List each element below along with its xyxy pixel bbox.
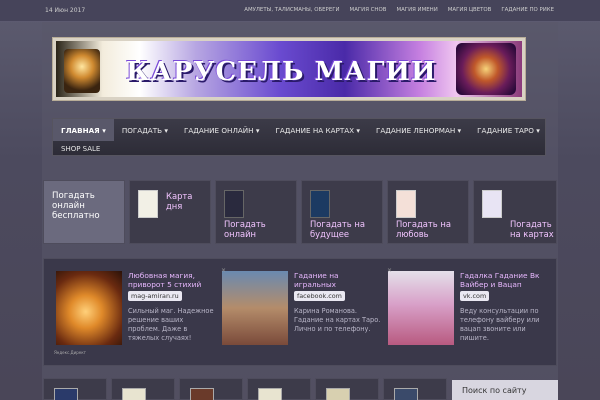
ad-block: Любовная магия, приворот 5 стихий mag-am…: [43, 258, 557, 366]
ad-desc: Веду консультации по телефону вайберу ил…: [460, 307, 540, 342]
tile-label: Погадать на картах: [510, 219, 554, 239]
card-thumb-icon: [138, 190, 158, 218]
ad-credit[interactable]: Яндекс.Директ: [54, 350, 86, 355]
ad-source[interactable]: mag-amiran.ru: [128, 291, 182, 301]
tile-label: Погадать на любовь: [396, 219, 451, 239]
tile-thumb-icon: [482, 190, 502, 218]
nav-item-home[interactable]: ГЛАВНАЯ ▾: [53, 119, 114, 141]
bottom-tile[interactable]: [247, 378, 311, 400]
bottom-tile[interactable]: [111, 378, 175, 400]
tile-label: Погадать онлайн: [224, 219, 266, 239]
candle-icon: [64, 49, 100, 93]
main-nav: ГЛАВНАЯ ▾ ПОГАДАТЬ ▾ ГАДАНИЕ ОНЛАЙН ▾ ГА…: [52, 118, 546, 156]
bottom-tile[interactable]: [383, 378, 447, 400]
banner-title: КАРУСЕЛЬ МАГИИ: [126, 57, 437, 87]
bottom-thumb-icon: [54, 388, 78, 400]
ad-image: [56, 271, 122, 345]
top-link-rike[interactable]: ГАДАНИЕ ПО РИКЕ: [501, 7, 554, 13]
tile-future[interactable]: Погадать на будущее: [301, 180, 383, 244]
search-widget[interactable]: Поиск по сайту: [452, 380, 558, 400]
bottom-thumb-icon: [394, 388, 418, 400]
date-label: 14 Июн 2017: [45, 7, 86, 14]
nav-item-cards[interactable]: ГАДАНИЕ НА КАРТАХ ▾: [267, 119, 368, 141]
tile-label: Погадать на будущее: [310, 219, 365, 239]
bottom-tile[interactable]: [315, 378, 379, 400]
ad-desc: Сильный маг. Надежное решение ваших проб…: [128, 307, 214, 342]
top-link-name[interactable]: МАГИЯ ИМЕНИ: [396, 7, 437, 13]
tile-thumb-icon: [310, 190, 330, 218]
nav-item-shop[interactable]: SHOP SALE: [61, 145, 100, 153]
close-icon[interactable]: ×: [221, 267, 226, 274]
banner-image: КАРУСЕЛЬ МАГИИ: [56, 41, 522, 97]
top-links: АМУЛЕТЫ, ТАЛИСМАНЫ, ОБЕРЕГИ МАГИЯ СНОВ М…: [244, 7, 554, 13]
top-link-dreams[interactable]: МАГИЯ СНОВ: [350, 7, 387, 13]
ad-image: [388, 271, 454, 345]
tile-label: Погадать онлайн бесплатно: [52, 191, 100, 221]
tile-love[interactable]: Погадать на любовь: [387, 180, 469, 244]
tile-label: Карта дня: [166, 191, 193, 211]
nav-item-lenormand[interactable]: ГАДАНИЕ ЛЕНОРМАН ▾: [368, 119, 469, 141]
ad-source[interactable]: facebook.com: [294, 291, 345, 301]
banner[interactable]: КАРУСЕЛЬ МАГИИ: [52, 37, 526, 101]
ad-title[interactable]: Гадалка Гадание Вк Вайбер и Вацап: [460, 271, 548, 289]
nav-item-fortune[interactable]: ПОГАДАТЬ ▾: [114, 119, 176, 141]
bottom-thumb-icon: [122, 388, 146, 400]
nav-item-tarot[interactable]: ГАДАНИЕ ТАРО ▾: [469, 119, 548, 141]
top-bar: 14 Июн 2017 АМУЛЕТЫ, ТАЛИСМАНЫ, ОБЕРЕГИ …: [0, 0, 600, 22]
bottom-thumb-icon: [190, 388, 214, 400]
nav-item-online[interactable]: ГАДАНИЕ ОНЛАЙН ▾: [176, 119, 268, 141]
bottom-tile[interactable]: [179, 378, 243, 400]
tile-thumb-icon: [396, 190, 416, 218]
tile-online-free[interactable]: Погадать онлайн бесплатно: [43, 180, 125, 244]
top-link-amulets[interactable]: АМУЛЕТЫ, ТАЛИСМАНЫ, ОБЕРЕГИ: [244, 7, 339, 13]
tile-thumb-icon: [224, 190, 244, 218]
ad-source[interactable]: vk.com: [460, 291, 490, 301]
tile-online[interactable]: Погадать онлайн: [215, 180, 297, 244]
close-icon[interactable]: ×: [387, 267, 392, 274]
bottom-thumb-icon: [326, 388, 350, 400]
search-label: Поиск по сайту: [462, 386, 527, 395]
tile-cards[interactable]: Погадать на картах: [473, 180, 557, 244]
ad-image: [222, 271, 288, 345]
bottom-tile[interactable]: [43, 378, 107, 400]
tile-card-of-day[interactable]: Карта дня: [129, 180, 211, 244]
ad-title[interactable]: Любовная магия, приворот 5 стихий: [128, 271, 216, 289]
top-link-colors[interactable]: МАГИЯ ЦВЕТОВ: [448, 7, 492, 13]
bottom-thumb-icon: [258, 388, 282, 400]
ad-title[interactable]: Гадание на игральных: [294, 271, 382, 289]
ad-desc: Карина Романова. Гадание на картах Таро.…: [294, 307, 381, 333]
carousel-icon: [456, 43, 516, 95]
